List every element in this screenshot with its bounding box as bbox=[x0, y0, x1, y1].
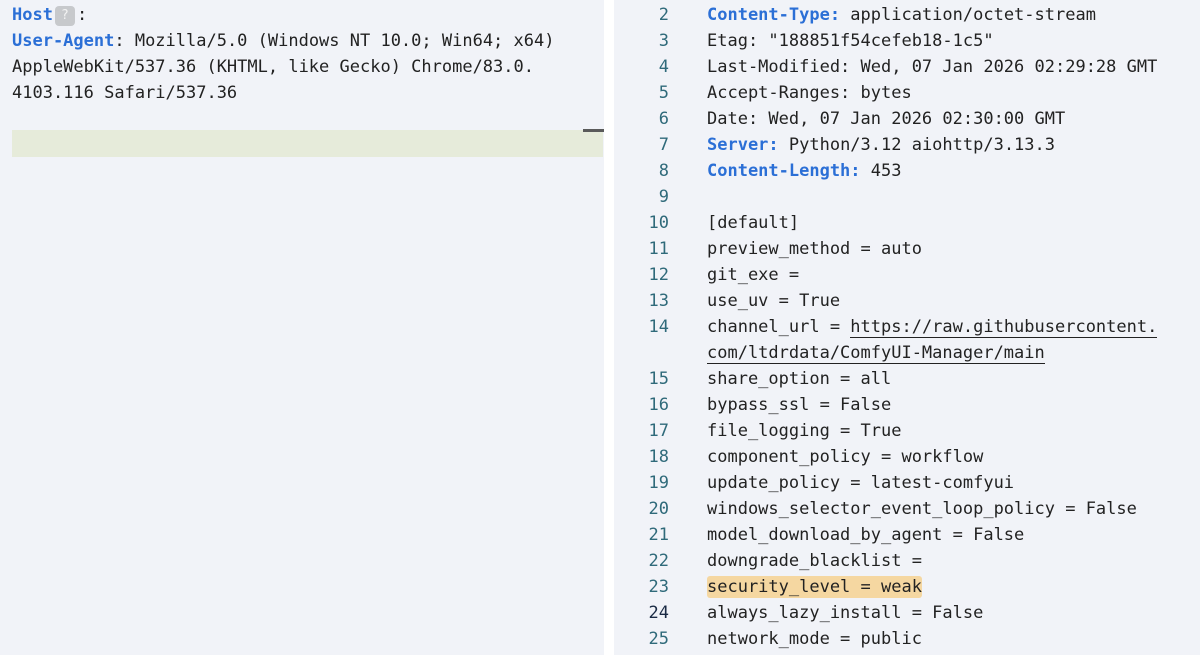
code-text: [default] bbox=[707, 213, 800, 233]
request-line: AppleWebKit/537.36 (KHTML, like Gecko) C… bbox=[12, 54, 534, 80]
line-number: 12 bbox=[648, 265, 669, 285]
request-line: 4103.116 Safari/537.36 bbox=[12, 80, 237, 106]
active-line-highlight bbox=[12, 130, 603, 157]
line-number: 20 bbox=[648, 499, 669, 519]
pane-divider[interactable] bbox=[604, 0, 614, 655]
code-text: Accept-Ranges: bytes bbox=[707, 83, 912, 103]
request-line: User-Agent: Mozilla/5.0 (Windows NT 10.0… bbox=[12, 28, 565, 54]
scroll-marker bbox=[583, 129, 604, 132]
code-text: Python/3.12 aiohttp/3.13.3 bbox=[778, 135, 1055, 155]
header-key: Host bbox=[12, 5, 53, 25]
response-line: git_exe = bbox=[707, 262, 809, 288]
code-text: use_uv = True bbox=[707, 291, 841, 311]
code-text: Last-Modified: Wed, 07 Jan 2026 02:29:28… bbox=[707, 57, 1158, 77]
code-text: always_lazy_install = False bbox=[707, 603, 984, 623]
response-line: share_option = all bbox=[707, 366, 891, 392]
response-pane[interactable]: 2 Content-Type: application/octet-stream 3… bbox=[614, 0, 1200, 655]
line-number: 4 bbox=[658, 57, 669, 77]
line-number: 24 bbox=[648, 603, 669, 623]
line-number: 22 bbox=[648, 551, 669, 571]
response-line: Etag: "188851f54cefeb18-1c5" bbox=[707, 28, 994, 54]
code-text: windows_selector_event_loop_policy = Fal… bbox=[707, 499, 1137, 519]
line-number: 23 bbox=[648, 577, 669, 597]
code-text: downgrade_blacklist = bbox=[707, 551, 933, 571]
line-number: 13 bbox=[648, 291, 669, 311]
response-line: component_policy = workflow bbox=[707, 444, 983, 470]
response-line: bypass_ssl = False bbox=[707, 392, 891, 418]
code-text: bypass_ssl = False bbox=[707, 395, 892, 415]
response-line: [default] bbox=[707, 210, 799, 236]
line-number: 15 bbox=[648, 369, 669, 389]
whitespace-marker bbox=[87, 5, 97, 25]
line-number: 19 bbox=[648, 473, 669, 493]
line-number: 7 bbox=[658, 135, 669, 155]
code-text: network_mode = public bbox=[707, 629, 922, 649]
line-number: 18 bbox=[648, 447, 669, 467]
response-line: windows_selector_event_loop_policy = Fal… bbox=[707, 496, 1137, 522]
line-number: 3 bbox=[658, 31, 669, 51]
response-line: use_uv = True bbox=[707, 288, 840, 314]
line-number: 10 bbox=[648, 213, 669, 233]
response-line: channel_url = https://raw.githubusercont… bbox=[707, 314, 1158, 340]
response-line: Content-Type: application/octet-stream bbox=[707, 2, 1096, 28]
code-text: git_exe = bbox=[707, 265, 810, 285]
response-line: Date: Wed, 07 Jan 2026 02:30:00 GMT bbox=[707, 106, 1065, 132]
line-number: 11 bbox=[648, 239, 669, 259]
response-line: network_mode = public bbox=[707, 626, 922, 652]
response-line: Content-Length: 453 bbox=[707, 158, 901, 184]
response-line: Server: Python/3.12 aiohttp/3.13.3 bbox=[707, 132, 1055, 158]
request-pane[interactable]: Host?: User-Agent: Mozilla/5.0 (Windows … bbox=[0, 0, 604, 655]
code-text: model_download_by_agent = False bbox=[707, 525, 1025, 545]
line-number: 17 bbox=[648, 421, 669, 441]
url-link[interactable]: com/ltdrdata/ComfyUI-Manager/main bbox=[707, 343, 1045, 364]
line-number: 21 bbox=[648, 525, 669, 545]
line-number: 14 bbox=[648, 317, 669, 337]
request-line: Host?: bbox=[12, 2, 97, 28]
code-text: 4103.116 Safari/537.36 bbox=[12, 83, 238, 103]
code-text: update_policy = latest-comfyui bbox=[707, 473, 1015, 493]
response-line: always_lazy_install = False bbox=[707, 600, 983, 626]
line-number: 5 bbox=[658, 83, 669, 103]
response-line: file_logging = True bbox=[707, 418, 901, 444]
code-text: : Mozilla/5.0 (Windows NT 10.0; Win64; x… bbox=[114, 31, 565, 51]
header-key: Server: bbox=[707, 135, 779, 155]
line-number bbox=[614, 340, 669, 366]
code-text: file_logging = True bbox=[707, 421, 902, 441]
response-line: Accept-Ranges: bytes bbox=[707, 80, 912, 106]
line-number: 9 bbox=[658, 187, 669, 207]
line-number: 25 bbox=[648, 629, 669, 649]
header-key: Content-Type: bbox=[707, 5, 841, 25]
code-text: channel_url = bbox=[707, 317, 851, 337]
line-number: 2 bbox=[658, 5, 669, 25]
code-text: Date: Wed, 07 Jan 2026 02:30:00 GMT bbox=[707, 109, 1066, 129]
code-text: application/octet-stream bbox=[840, 5, 1096, 25]
code-text: AppleWebKit/537.36 (KHTML, like Gecko) C… bbox=[12, 57, 534, 77]
response-line: downgrade_blacklist = bbox=[707, 548, 932, 574]
response-line: com/ltdrdata/ComfyUI-Manager/main bbox=[707, 340, 1045, 366]
highlighted-text: security_level = weak bbox=[707, 576, 922, 598]
code-text: 453 bbox=[860, 161, 902, 181]
response-line: update_policy = latest-comfyui bbox=[707, 470, 1014, 496]
line-number: 16 bbox=[648, 395, 669, 415]
help-badge[interactable]: ? bbox=[54, 6, 75, 26]
header-key: Content-Length: bbox=[707, 161, 861, 181]
url-link[interactable]: https://raw.githubusercontent. bbox=[850, 317, 1158, 338]
code-text: Etag: "188851f54cefeb18-1c5" bbox=[707, 31, 994, 51]
code-text: share_option = all bbox=[707, 369, 892, 389]
response-line: security_level = weak bbox=[707, 574, 922, 600]
code-text: : bbox=[76, 5, 88, 25]
response-line: model_download_by_agent = False bbox=[707, 522, 1024, 548]
code-text: preview_method = auto bbox=[707, 239, 922, 259]
line-number: 6 bbox=[658, 109, 669, 129]
response-line: Last-Modified: Wed, 07 Jan 2026 02:29:28… bbox=[707, 54, 1157, 80]
line-number: 8 bbox=[658, 161, 669, 181]
response-line: preview_method = auto bbox=[707, 236, 922, 262]
header-key: User-Agent bbox=[12, 31, 115, 51]
code-text: component_policy = workflow bbox=[707, 447, 984, 467]
